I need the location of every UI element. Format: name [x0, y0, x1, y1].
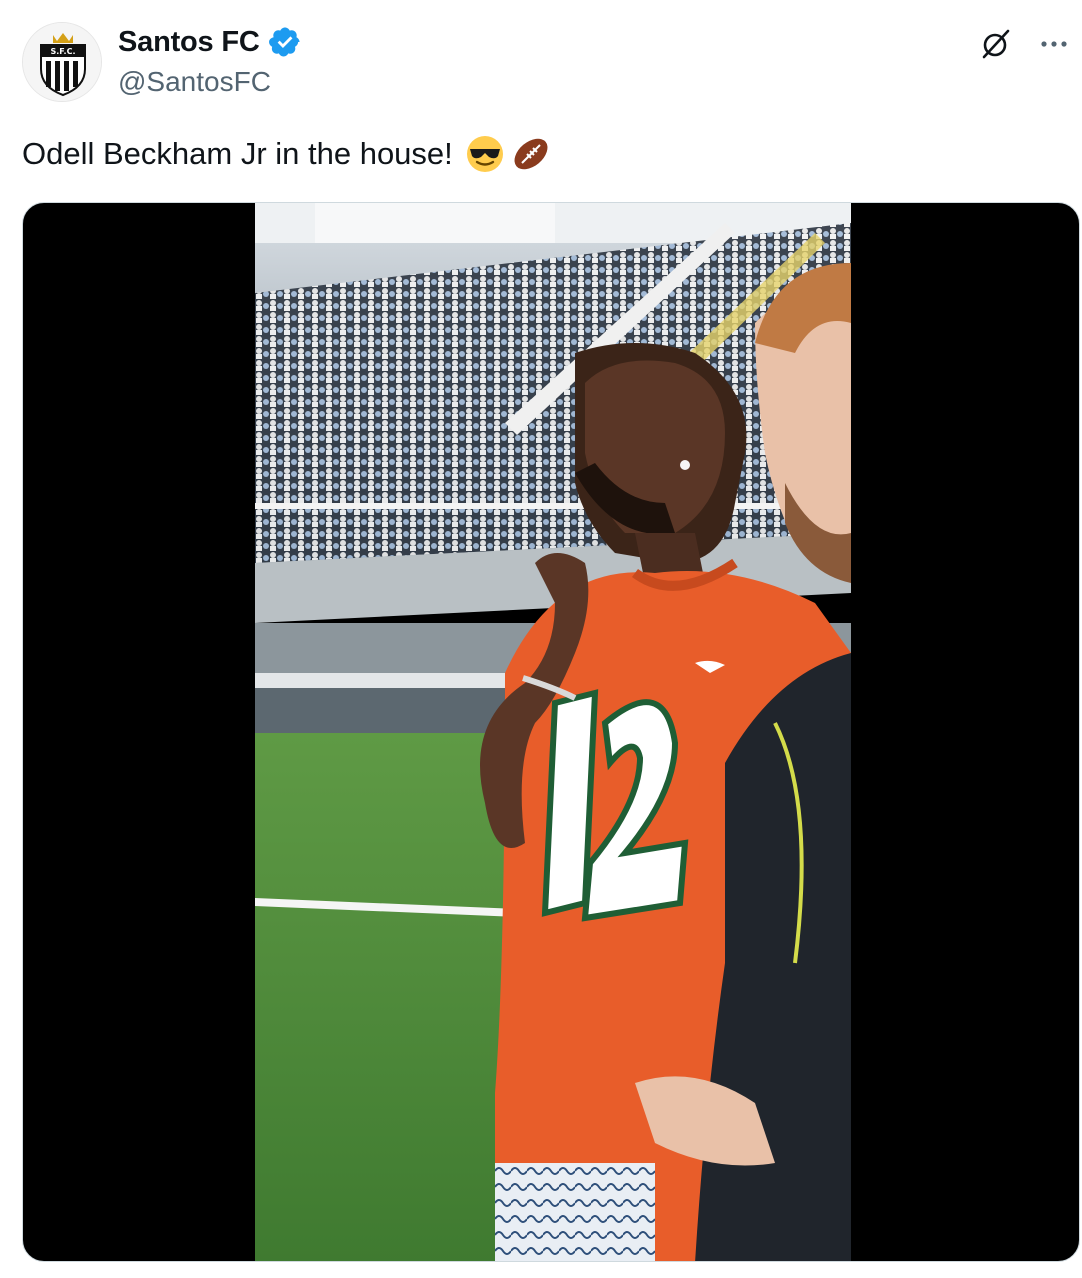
verified-badge-icon: [268, 25, 302, 59]
grok-icon[interactable]: [978, 26, 1014, 62]
author-name[interactable]: Santos FC: [118, 26, 260, 59]
video-frame: [255, 203, 851, 1261]
author-block: Santos FC @SantosFC: [118, 22, 302, 98]
sunglasses-emoji-icon: [465, 134, 505, 174]
more-dots-icon[interactable]: [1036, 26, 1072, 62]
santos-crest-icon: S.F.C.: [23, 23, 101, 101]
video-player[interactable]: [22, 202, 1080, 1262]
author-handle[interactable]: @SantosFC: [118, 66, 302, 98]
tweet-text: Odell Beckham Jr in the house!: [22, 134, 551, 174]
svg-text:S.F.C.: S.F.C.: [50, 47, 75, 56]
top-actions: [978, 26, 1072, 62]
american-football-emoji-icon: [511, 134, 551, 174]
avatar[interactable]: S.F.C.: [22, 22, 102, 102]
stadium-scene-image: [255, 203, 851, 1261]
tweet-text-content: Odell Beckham Jr in the house!: [22, 136, 453, 171]
tweet-card: S.F.C. Santos FC @SantosFC Odell Beckham…: [0, 0, 1082, 1278]
